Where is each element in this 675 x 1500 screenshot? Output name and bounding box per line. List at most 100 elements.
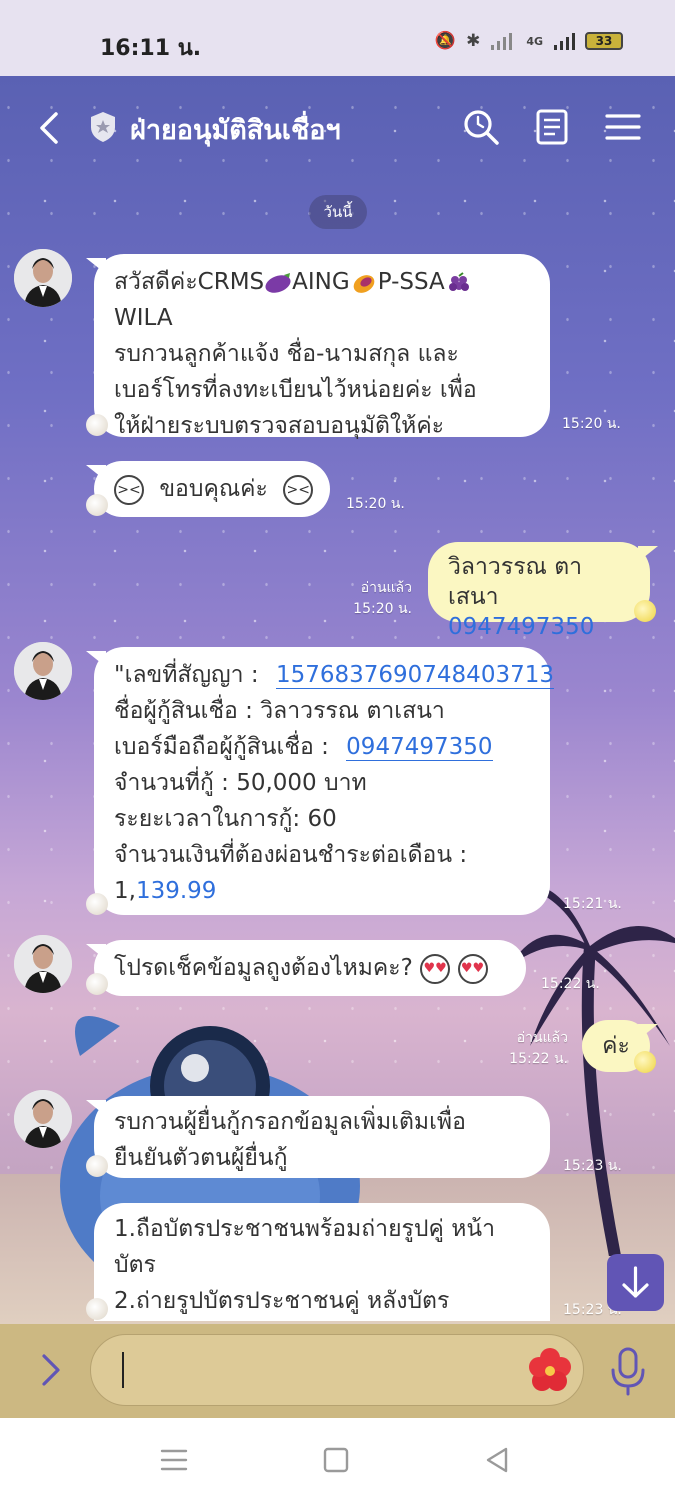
recent-apps-icon[interactable] [156, 1442, 192, 1478]
avatar[interactable] [14, 935, 72, 993]
mute-icon: 🔕 [434, 31, 457, 51]
system-nav-bar [0, 1418, 675, 1500]
message-line: รบกวนลูกค้าแจ้ง ชื่อ-นามสกุล และ [114, 341, 459, 367]
avatar-portrait [14, 642, 72, 700]
message-line: เบอร์มือถือผู้กู้สินเชื่อ : 0947497350 [114, 729, 532, 765]
message-text: โปรดเช็คข้อมูลถูงต้องไหมคะ? [114, 955, 413, 981]
message-bubble[interactable]: "เลขที่สัญญา : 1576837690748403713 ชื่อผ… [86, 647, 554, 915]
chevron-right-icon[interactable] [36, 1348, 66, 1392]
chat-title: ฝ่ายอนุมัติสินเชื่อฯ [130, 115, 341, 146]
avatar[interactable] [14, 642, 72, 700]
date-separator: วันนี้ [309, 195, 367, 229]
grapes-icon [448, 271, 469, 291]
back-icon[interactable] [30, 108, 70, 148]
status-bar: 16:11 น. 🔕 ✱ 4G 33 [0, 0, 675, 76]
message-line: สวัสดีค่ะCRMS AING P-SSA [114, 264, 532, 300]
message-line: ให้ฝ่ายระบบตรวจสอบอนุมัติให้ค่ะ [114, 413, 445, 439]
home-icon[interactable] [318, 1442, 354, 1478]
message-line: WILA [114, 305, 173, 331]
message-line: บัตร [114, 1252, 156, 1278]
shield-icon [91, 112, 115, 142]
scroll-to-bottom-button[interactable] [607, 1254, 664, 1311]
bubble-decoration [634, 600, 656, 622]
hibiscus-icon[interactable] [526, 1346, 574, 1394]
message-text: 1, [114, 878, 136, 904]
network-type: 4G [526, 34, 543, 48]
message-timestamp: 15:20 น. [562, 416, 621, 432]
bubble-decoration [86, 893, 108, 915]
phone-link[interactable]: 0947497350 [448, 612, 632, 642]
message-text: P-SSA [377, 269, 445, 295]
message-bubble-mine[interactable]: วิลาวรรณ ตาเสนา 0947497350 [428, 542, 658, 640]
message-text: เบอร์มือถือผู้กู้สินเชื่อ : [114, 734, 329, 760]
bubble-decoration [86, 1155, 108, 1177]
message-timestamp: 15:20 น. [353, 601, 412, 617]
message-line: ยืนยันตัวตนผู้ยื่นกู้ [114, 1145, 288, 1171]
message-timestamp: 15:22 น. [509, 1051, 568, 1067]
menu-icon[interactable] [604, 108, 642, 146]
arrow-down-icon [622, 1266, 649, 1298]
avatar-portrait [14, 1090, 72, 1148]
avatar-portrait [14, 249, 72, 307]
message-timestamp: 15:20 น. [346, 496, 405, 512]
phone-link[interactable]: 0947497350 [346, 734, 493, 761]
message-line: >< ขอบคุณค่ะ >< [114, 471, 314, 507]
message-bubble[interactable]: สวัสดีค่ะCRMS AING P-SSA WILA รบกวนลูกค้าแ… [86, 254, 550, 439]
smiley-icon: >< [114, 474, 144, 505]
message-input[interactable] [90, 1334, 584, 1406]
message-text: AING [292, 269, 350, 295]
message-line: 1,139.99 [114, 873, 532, 909]
message-timestamp: 15:22 น. [541, 976, 600, 992]
message-line: จำนวนที่กู้ : 50,000 บาท [114, 770, 367, 796]
bluetooth-icon: ✱ [466, 31, 481, 51]
amount-link[interactable]: 139.99 [136, 878, 216, 904]
signal-icon-2 [554, 33, 575, 50]
message-line: เบอร์โทรที่ลงทะเบียนไว้หน่อยค่ะ เพื่อ [114, 377, 477, 403]
avatar[interactable] [14, 1090, 72, 1148]
text-cursor [122, 1352, 124, 1388]
message-line: ชื่อผู้กู้สินเชื่อ : วิลาวรรณ ตาเสนา [114, 698, 445, 724]
bubble-decoration [86, 414, 108, 436]
bubble-decoration [634, 1051, 656, 1073]
message-line: 1.ถือบัตรประชาชนพร้อมถ่ายรูปคู่ หน้า [114, 1216, 495, 1242]
sweet-potato-icon [353, 274, 375, 293]
contract-number-link[interactable]: 1576837690748403713 [275, 662, 554, 689]
bubble-decoration [86, 1298, 108, 1320]
eggplant-icon [265, 272, 291, 293]
message-input-bar [0, 1324, 675, 1418]
smiley-icon: >< [283, 474, 314, 505]
status-time: 16:11 น. [100, 36, 202, 61]
message-text: "เลขที่สัญญา : [114, 662, 259, 688]
message-line: ระยะเวลาในการกู้: 60 [114, 806, 337, 832]
message-line: รบกวนผู้ยื่นกู้กรอกข้อมูลเพิ่มเติมเพื่อ [114, 1109, 466, 1135]
message-bubble[interactable]: รบกวนผู้ยื่นกู้กรอกข้อมูลเพิ่มเติมเพื่อ … [86, 1096, 550, 1178]
heart-eyes-icon: ♥♥ [420, 953, 451, 984]
message-bubble[interactable]: >< ขอบคุณค่ะ >< [86, 461, 330, 517]
avatar[interactable] [14, 249, 72, 307]
bubble-decoration [86, 494, 108, 516]
search-icon[interactable] [462, 108, 500, 146]
avatar-portrait [14, 935, 72, 993]
chat-header: ฝ่ายอนุมัติสินเชื่อฯ [0, 76, 675, 176]
message-text: ขอบคุณค่ะ [159, 476, 268, 502]
message-bubble[interactable]: โปรดเช็คข้อมูลถูงต้องไหมคะ? ♥♥ ♥♥ [86, 940, 526, 996]
back-nav-icon[interactable] [480, 1442, 516, 1478]
bubble-decoration [86, 973, 108, 995]
notes-icon[interactable] [533, 108, 571, 146]
message-line: วิลาวรรณ ตาเสนา [448, 554, 583, 610]
message-text: สวัสดีค่ะCRMS [114, 269, 265, 295]
heart-eyes-icon: ♥♥ [457, 953, 488, 984]
read-receipt: อ่านแล้ว [360, 580, 412, 596]
message-line: โปรดเช็คข้อมูลถูงต้องไหมคะ? ♥♥ ♥♥ [114, 950, 508, 986]
signal-icon [491, 33, 513, 50]
battery-icon: 33 [585, 32, 623, 50]
mic-icon[interactable] [608, 1346, 648, 1396]
status-icons: 🔕 ✱ 4G 33 [435, 31, 623, 51]
message-timestamp: 15:21 น. [563, 896, 622, 912]
message-line: "เลขที่สัญญา : 1576837690748403713 [114, 657, 554, 693]
message-line: จำนวนเงินที่ต้องผ่อนชำระต่อเดือน : [114, 842, 468, 868]
message-timestamp: 15:23 น. [563, 1158, 622, 1174]
message-line: 2.ถ่ายรูปบัตรประชาชนคู่ หลังบัตร [114, 1288, 450, 1314]
read-receipt: อ่านแล้ว [516, 1030, 568, 1046]
message-bubble[interactable]: 1.ถือบัตรประชาชนพร้อมถ่ายรูปคู่ หน้า บัต… [94, 1203, 550, 1321]
